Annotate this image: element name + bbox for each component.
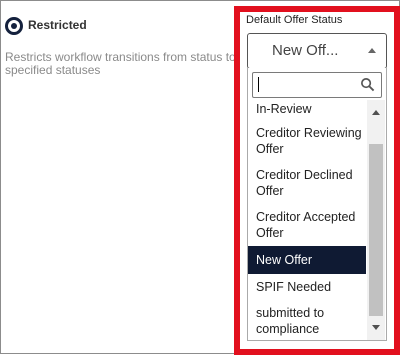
scroll-down-icon[interactable] (372, 325, 380, 330)
list-item-label: Creditor Accepted Offer (256, 210, 356, 240)
status-list: In-Review Creditor Reviewing Offer Credi… (248, 100, 368, 340)
list-item[interactable]: In-Review (248, 100, 366, 120)
list-item-label: In-Review (256, 102, 312, 116)
default-offer-status-label: Default Offer Status (246, 14, 343, 26)
list-item[interactable]: submitted to compliance (248, 300, 366, 340)
list-item-label: New Offer (256, 253, 313, 267)
list-item[interactable]: Creditor Declined Offer (248, 162, 366, 204)
dropdown-panel: In-Review Creditor Reviewing Offer Credi… (247, 68, 387, 341)
text-cursor (258, 77, 259, 92)
scroll-up-icon[interactable] (372, 110, 380, 115)
list-item[interactable]: SPIF Needed (248, 274, 366, 300)
default-offer-status-select[interactable]: New Off... (247, 33, 387, 69)
search-icon (361, 78, 375, 92)
restricted-option-description: Restricts workflow transitions from stat… (5, 50, 236, 77)
list-item-label: Creditor Reviewing Offer (256, 126, 362, 156)
restricted-option-label[interactable]: Restricted (28, 18, 87, 32)
radio-selected-icon[interactable] (5, 17, 23, 35)
search-box[interactable] (252, 72, 382, 98)
list-item[interactable]: Creditor Accepted Offer (248, 204, 366, 246)
select-current-value: New Off... (272, 42, 339, 59)
caret-up-icon[interactable] (368, 48, 376, 53)
list-scrollbar[interactable] (367, 100, 385, 340)
list-item-label: SPIF Needed (256, 280, 332, 294)
list-item[interactable]: Creditor Reviewing Offer (248, 120, 366, 162)
list-item-label: Creditor Declined Offer (256, 168, 353, 198)
scroll-thumb[interactable] (369, 144, 383, 316)
search-input[interactable] (257, 75, 357, 93)
list-item-label: submitted to compliance (256, 306, 325, 336)
list-item-selected[interactable]: New Offer (248, 246, 366, 274)
